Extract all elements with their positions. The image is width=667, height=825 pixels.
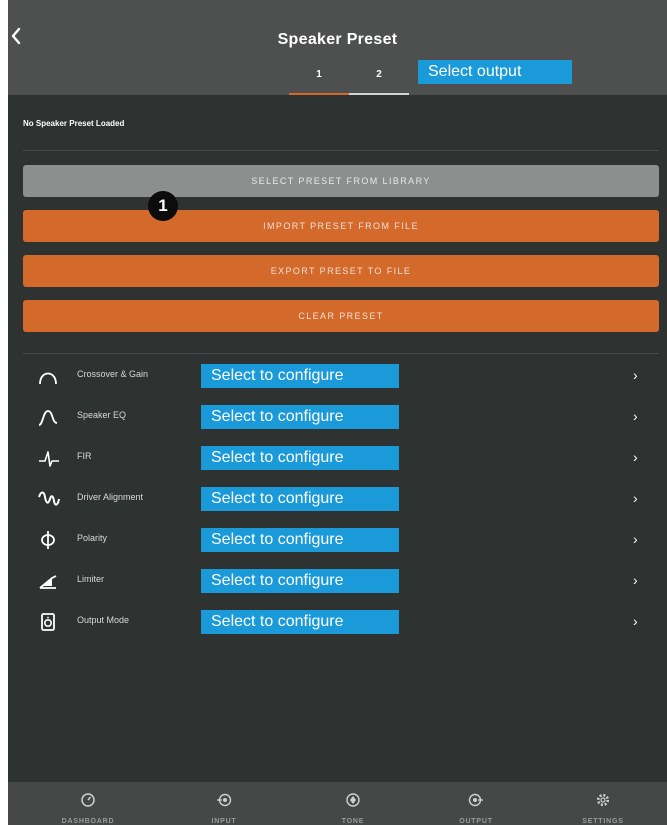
menu-item-label: FIR [77, 451, 92, 461]
nav-label: OUTPUT [459, 818, 493, 825]
nav-label: TONE [341, 818, 365, 825]
menu-item-label: Crossover & Gain [77, 369, 149, 379]
select-to-configure-callout: Select to configure [201, 528, 399, 552]
select-to-configure-callout: Select to configure [201, 610, 399, 634]
speaker-box-icon [37, 612, 61, 632]
nav-tone[interactable]: TONE [313, 782, 393, 825]
tab-indicator [349, 93, 409, 95]
tab-output-2[interactable]: 2 [349, 65, 409, 95]
limiter-ramp-icon [37, 571, 61, 591]
select-preset-library-button[interactable]: SELECT PRESET FROM LIBRARY [23, 165, 659, 197]
chevron-right-icon: › [633, 613, 638, 629]
gauge-icon [81, 793, 95, 807]
polarity-phi-icon [37, 530, 61, 550]
divider [23, 150, 659, 151]
wave-alignment-icon [37, 489, 61, 509]
menu-item-label: Polarity [77, 533, 108, 543]
nav-dashboard[interactable]: DASHBOARD [48, 782, 128, 825]
input-target-icon [217, 793, 232, 807]
import-preset-button[interactable]: IMPORT PRESET FROM FILE [23, 210, 659, 242]
nav-label: SETTINGS [582, 818, 624, 825]
gear-icon [596, 793, 610, 807]
header: Speaker Preset 1 2 Select output [8, 0, 667, 95]
nav-input[interactable]: INPUT [184, 782, 264, 825]
fir-pulse-icon [37, 448, 61, 468]
page-title: Speaker Preset [277, 31, 398, 48]
menu-item-crossover-gain[interactable]: Crossover & Gain Select to configure › [23, 358, 659, 394]
bottom-nav: DASHBOARD INPUT TONE OUTPUT SETTINGS [8, 782, 667, 825]
nav-label: INPUT [211, 818, 237, 825]
step-number-badge: 1 [148, 191, 178, 221]
divider [23, 353, 659, 354]
select-to-configure-callout: Select to configure [201, 446, 399, 470]
tab-output-1[interactable]: 1 [289, 65, 349, 95]
app-screen: Speaker Preset 1 2 Select output No Spea… [8, 0, 667, 825]
nav-label: DASHBOARD [61, 818, 115, 825]
select-output-callout: Select output [418, 60, 572, 84]
chevron-right-icon: › [633, 449, 638, 465]
select-to-configure-callout: Select to configure [201, 364, 399, 388]
tab-label: 1 [316, 69, 322, 80]
crossover-curve-icon [37, 366, 61, 386]
menu-item-limiter[interactable]: Limiter Select to configure › [23, 563, 659, 599]
select-to-configure-callout: Select to configure [201, 487, 399, 511]
menu-item-speaker-eq[interactable]: Speaker EQ Select to configure › [23, 399, 659, 435]
tone-diamond-icon [346, 793, 360, 807]
tab-active-indicator [289, 93, 349, 95]
menu-item-driver-alignment[interactable]: Driver Alignment Select to configure › [23, 481, 659, 517]
eq-curve-icon [37, 407, 61, 427]
chevron-right-icon: › [633, 572, 638, 588]
chevron-right-icon: › [633, 367, 638, 383]
menu-item-polarity[interactable]: Polarity Select to configure › [23, 522, 659, 558]
chevron-right-icon: › [633, 490, 638, 506]
preset-status-text: No Speaker Preset Loaded [23, 119, 125, 128]
clear-preset-button[interactable]: CLEAR PRESET [23, 300, 659, 332]
menu-item-output-mode[interactable]: Output Mode Select to configure › [23, 604, 659, 640]
nav-output[interactable]: OUTPUT [436, 782, 516, 825]
export-preset-button[interactable]: EXPORT PRESET TO FILE [23, 255, 659, 287]
chevron-right-icon: › [633, 408, 638, 424]
chevron-right-icon: › [633, 531, 638, 547]
menu-item-label: Limiter [77, 574, 105, 584]
menu-item-label: Driver Alignment [77, 492, 144, 502]
output-target-icon [468, 793, 483, 807]
nav-settings[interactable]: SETTINGS [563, 782, 643, 825]
menu-item-fir[interactable]: FIR Select to configure › [23, 440, 659, 476]
menu-item-label: Speaker EQ [77, 410, 127, 420]
tab-label: 2 [376, 69, 382, 80]
select-to-configure-callout: Select to configure [201, 405, 399, 429]
select-to-configure-callout: Select to configure [201, 569, 399, 593]
menu-item-label: Output Mode [77, 615, 130, 625]
